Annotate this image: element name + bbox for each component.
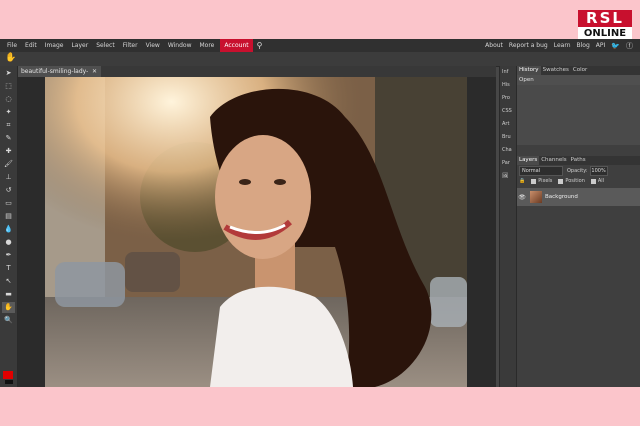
menu-blog[interactable]: Blog: [574, 39, 593, 52]
marquee-tool-icon[interactable]: ⬚: [2, 81, 15, 92]
dodge-tool-icon[interactable]: ●: [2, 237, 15, 248]
panel-paragraph-button[interactable]: Par: [500, 157, 516, 170]
rsl-online-logo: RSL ONLINE: [578, 10, 632, 40]
menu-more[interactable]: More: [196, 39, 219, 52]
collapsed-panels: Inf His Pro CSS Art Bru Cha Par 🖼: [499, 66, 517, 387]
eraser-tool-icon[interactable]: ▭: [2, 198, 15, 209]
menu-bar: File Edit Image Layer Select Filter View…: [0, 39, 640, 52]
close-icon[interactable]: ✕: [92, 66, 97, 77]
account-button[interactable]: Account: [220, 39, 253, 52]
panel-brush-button[interactable]: Bru: [500, 131, 516, 144]
type-tool-icon[interactable]: T: [2, 263, 15, 274]
panel-history-button[interactable]: His: [500, 79, 516, 92]
healing-tool-icon[interactable]: ✚: [2, 146, 15, 157]
tab-layers[interactable]: Layers: [517, 156, 540, 165]
history-item[interactable]: Open: [517, 75, 640, 85]
pen-tool-icon[interactable]: ✒: [2, 250, 15, 261]
lock-position-label: Position: [565, 178, 585, 184]
panel-artboards-button[interactable]: Art: [500, 118, 516, 131]
image-icon[interactable]: 🖼: [500, 170, 516, 183]
menu-layer[interactable]: Layer: [67, 39, 92, 52]
magic-wand-tool-icon[interactable]: ✦: [2, 107, 15, 118]
tools-panel: ➤ ⬚ ◌ ✦ ⌗ ✎ ✚ 🖌 ⊥ ↺ ▭ ▤ 💧 ● ✒ T ↖ ▬ ✋ 🔍: [0, 66, 18, 387]
document-tab-title: beautiful-smiling-lady-: [21, 68, 89, 75]
panel-css-button[interactable]: CSS: [500, 105, 516, 118]
panel-properties-button[interactable]: Pro: [500, 92, 516, 105]
blend-mode-value: Normal: [522, 167, 541, 174]
panel-info-button[interactable]: Inf: [500, 66, 516, 79]
lock-position-checkbox[interactable]: [558, 178, 564, 184]
layers-panel-tabs: Layers Channels Paths: [517, 156, 640, 165]
lock-pixels-label: Pixels: [538, 178, 553, 184]
panel-character-button[interactable]: Cha: [500, 144, 516, 157]
layers-panel: Layers Channels Paths Normal Opacity: 10…: [517, 156, 640, 387]
layer-controls: Normal Opacity: 100%: [517, 165, 640, 176]
menu-select[interactable]: Select: [92, 39, 119, 52]
menu-file[interactable]: File: [3, 39, 21, 52]
zoom-tool-icon[interactable]: 🔍: [2, 315, 15, 326]
right-panel: History Swatches Color Open Layers Chann…: [517, 66, 640, 387]
menu-window[interactable]: Window: [164, 39, 196, 52]
lock-all-label: All: [597, 178, 605, 184]
menu-image[interactable]: Image: [41, 39, 68, 52]
blur-tool-icon[interactable]: 💧: [2, 224, 15, 235]
tool-options-bar: ✋: [0, 52, 640, 67]
lock-row: 🔒 Pixels Position All: [517, 176, 640, 186]
background-color-swatch[interactable]: [5, 380, 13, 384]
tab-channels[interactable]: Channels: [539, 156, 568, 165]
path-select-tool-icon[interactable]: ↖: [2, 276, 15, 287]
stamp-tool-icon[interactable]: ⊥: [2, 172, 15, 183]
opacity-label: Opacity:: [567, 167, 588, 174]
photo-illustration: [45, 77, 467, 387]
brush-tool-icon[interactable]: 🖌: [2, 159, 15, 170]
history-brush-tool-icon[interactable]: ↺: [2, 185, 15, 196]
eyedropper-tool-icon[interactable]: ✎: [2, 133, 15, 144]
twitter-icon[interactable]: 🐦: [608, 42, 623, 50]
menu-learn[interactable]: Learn: [551, 39, 574, 52]
menu-api[interactable]: API: [593, 39, 609, 52]
document-tabs: beautiful-smiling-lady- ✕: [18, 66, 496, 77]
lasso-tool-icon[interactable]: ◌: [2, 94, 15, 105]
menu-report-bug[interactable]: Report a bug: [506, 39, 551, 52]
hand-tool-button[interactable]: ✋: [2, 302, 15, 313]
layer-row-background[interactable]: 👁 Background: [517, 188, 640, 206]
tab-history[interactable]: History: [517, 66, 541, 75]
history-panel-tabs: History Swatches Color: [517, 66, 640, 75]
layer-thumbnail: [530, 191, 542, 203]
document-tab[interactable]: beautiful-smiling-lady- ✕: [18, 66, 101, 77]
menu-edit[interactable]: Edit: [21, 39, 41, 52]
tab-swatches[interactable]: Swatches: [541, 66, 571, 75]
lock-all-checkbox[interactable]: [590, 178, 596, 184]
layer-name: Background: [545, 194, 578, 200]
tab-color[interactable]: Color: [571, 66, 589, 75]
menu-view[interactable]: View: [142, 39, 164, 52]
eye-icon[interactable]: 👁: [517, 194, 527, 201]
history-list: Open: [517, 75, 640, 145]
canvas-area[interactable]: [18, 77, 496, 387]
logo-line-1: RSL: [578, 10, 632, 27]
search-icon[interactable]: ⚲: [257, 41, 263, 50]
tab-paths[interactable]: Paths: [569, 156, 588, 165]
lock-icon: 🔒: [519, 178, 526, 184]
hand-tool-icon: ✋: [5, 53, 17, 63]
menu-filter[interactable]: Filter: [119, 39, 142, 52]
shape-tool-icon[interactable]: ▬: [2, 289, 15, 300]
photopea-app: File Edit Image Layer Select Filter View…: [0, 39, 640, 387]
facebook-icon[interactable]: ⓕ: [623, 41, 636, 51]
menu-about[interactable]: About: [482, 39, 506, 52]
photo-canvas[interactable]: [45, 77, 467, 387]
lock-pixels-checkbox[interactable]: [531, 178, 537, 184]
move-tool-icon[interactable]: ➤: [2, 68, 15, 79]
crop-tool-icon[interactable]: ⌗: [2, 120, 15, 131]
opacity-input[interactable]: 100%: [589, 165, 608, 176]
foreground-color-swatch[interactable]: [3, 371, 13, 379]
gradient-tool-icon[interactable]: ▤: [2, 211, 15, 222]
blend-mode-select[interactable]: Normal: [519, 165, 563, 176]
